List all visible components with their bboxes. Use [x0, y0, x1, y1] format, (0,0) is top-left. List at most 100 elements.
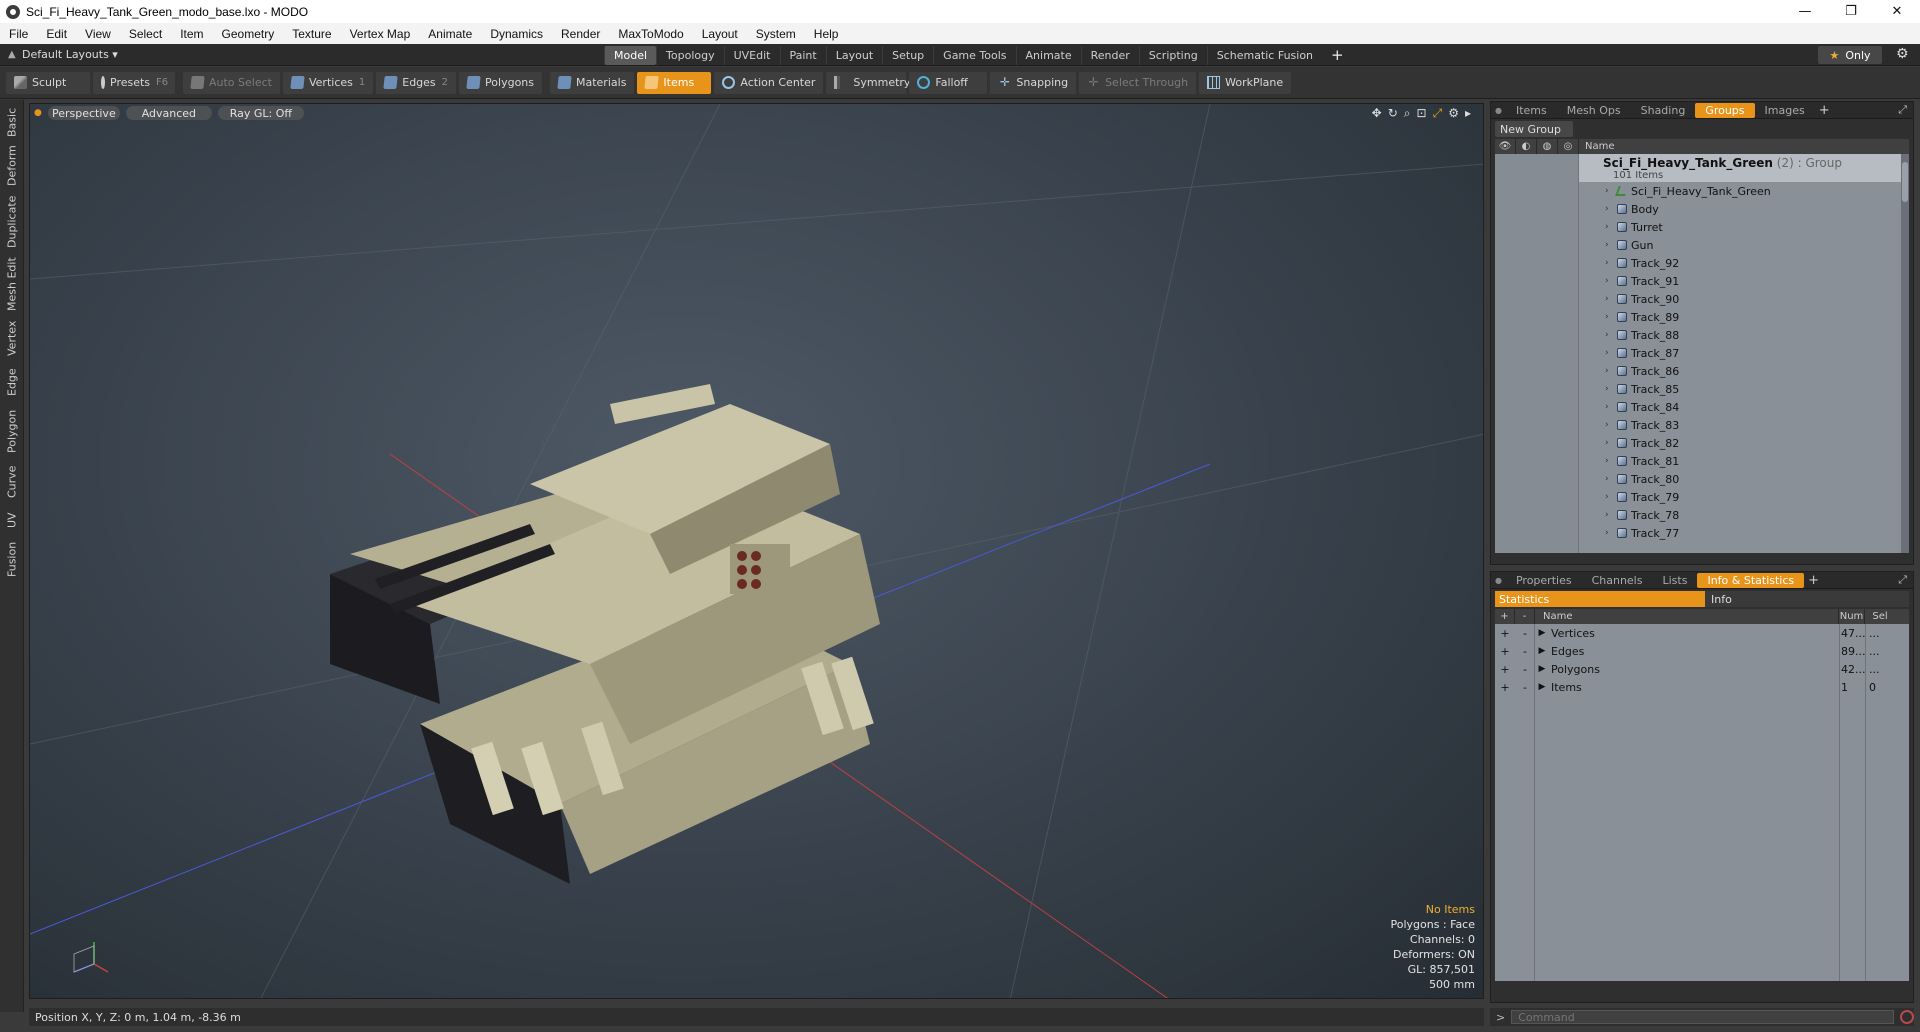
tab-groups[interactable]: Groups — [1695, 102, 1755, 118]
visibility-column-eye-icon[interactable]: 👁 — [1495, 139, 1516, 154]
action-center-button[interactable]: Action Center — [714, 71, 824, 94]
list-item[interactable]: › Gun — [1495, 236, 1909, 254]
expand-panel-icon[interactable]: ⤢ — [1888, 573, 1913, 587]
auto-select-button[interactable]: Auto Select — [183, 71, 280, 94]
only-button[interactable]: ★ Only — [1818, 46, 1882, 64]
list-item[interactable]: › Track_83 — [1495, 416, 1909, 434]
menu-geometry[interactable]: Geometry — [213, 27, 284, 41]
rotate-icon[interactable]: ↻ — [1388, 106, 1398, 120]
tab-render[interactable]: Render — [1080, 45, 1139, 65]
tab-topology[interactable]: Topology — [656, 45, 724, 65]
menu-file[interactable]: File — [0, 27, 37, 41]
list-item[interactable]: › Track_89 — [1495, 308, 1909, 326]
advanced-button[interactable]: Advanced — [125, 106, 212, 120]
gear-icon[interactable]: ⚙ — [1896, 46, 1909, 62]
menu-system[interactable]: System — [747, 27, 805, 41]
fit-icon[interactable]: ⊡ — [1417, 106, 1427, 120]
snapping-button[interactable]: ✛ Snapping — [990, 71, 1077, 94]
list-item[interactable]: › Track_79 — [1495, 488, 1909, 506]
list-item[interactable]: › Track_90 — [1495, 290, 1909, 308]
items-button[interactable]: Items — [637, 71, 712, 94]
menu-texture[interactable]: Texture — [283, 27, 340, 41]
list-item[interactable]: › Track_84 — [1495, 398, 1909, 416]
expand-triangle-icon[interactable]: ▶ — [1535, 642, 1549, 660]
tab-duplicate[interactable]: Duplicate — [3, 194, 21, 250]
maximize-viewport-icon[interactable]: ⤢ — [1433, 106, 1443, 121]
menu-edit[interactable]: Edit — [37, 27, 76, 41]
materials-button[interactable]: Materials — [550, 71, 635, 94]
tab-setup[interactable]: Setup — [882, 45, 933, 65]
list-item[interactable]: › Sci_Fi_Heavy_Tank_Green — [1495, 182, 1909, 200]
panel-dot-icon[interactable]: ● — [1491, 576, 1506, 585]
workplane-button[interactable]: WorkPlane — [1199, 71, 1292, 94]
expand-triangle-icon[interactable]: ▶ — [1535, 660, 1549, 678]
tab-channels[interactable]: Channels — [1582, 574, 1653, 587]
perspective-button[interactable]: Perspective — [47, 106, 120, 120]
tab-mesh-ops[interactable]: Mesh Ops — [1557, 104, 1631, 117]
tab-scripting[interactable]: Scripting — [1138, 45, 1207, 65]
list-item[interactable]: › Track_81 — [1495, 452, 1909, 470]
tab-basic[interactable]: Basic — [3, 104, 21, 140]
menu-animate[interactable]: Animate — [419, 27, 481, 41]
raygl-button[interactable]: Ray GL: Off — [217, 106, 304, 120]
tab-curve[interactable]: Curve — [3, 462, 21, 502]
add-tab-icon[interactable]: + — [1322, 43, 1353, 67]
menu-dynamics[interactable]: Dynamics — [481, 27, 552, 41]
tab-game-tools[interactable]: Game Tools — [933, 45, 1015, 65]
tab-images[interactable]: Images — [1755, 104, 1815, 117]
polygons-button[interactable]: Polygons — [459, 71, 542, 94]
list-item[interactable]: › Track_82 — [1495, 434, 1909, 452]
pan-icon[interactable]: ✥ — [1372, 106, 1382, 120]
group-list-scrollbar[interactable] — [1901, 154, 1909, 553]
edges-button[interactable]: Edges 2 — [376, 71, 457, 94]
expand-triangle-icon[interactable]: ▶ — [1535, 678, 1549, 696]
menu-view[interactable]: View — [76, 27, 120, 41]
root-group-row[interactable]: Sci_Fi_Heavy_Tank_Green (2) : Group 101 … — [1579, 154, 1909, 182]
list-item[interactable]: › Track_88 — [1495, 326, 1909, 344]
tab-uv[interactable]: UV — [3, 508, 21, 532]
select-through-button[interactable]: ✛ Select Through — [1079, 71, 1197, 94]
maximize-button[interactable]: ❐ — [1828, 0, 1874, 23]
tab-paint[interactable]: Paint — [779, 45, 826, 65]
add-panel-tab-icon[interactable]: + — [1815, 103, 1834, 118]
list-item[interactable]: › Track_86 — [1495, 362, 1909, 380]
menu-item[interactable]: Item — [171, 27, 212, 41]
menu-layout[interactable]: Layout — [693, 27, 747, 41]
list-item[interactable]: › Track_85 — [1495, 380, 1909, 398]
list-item[interactable]: › Turret — [1495, 218, 1909, 236]
select-column-icon[interactable]: ◎ — [1558, 139, 1579, 154]
vertices-button[interactable]: Vertices 1 — [282, 71, 374, 94]
subtab-statistics[interactable]: Statistics — [1495, 591, 1705, 607]
falloff-button[interactable]: Falloff — [909, 71, 988, 94]
tab-info-statistics[interactable]: Info & Statistics — [1697, 572, 1805, 588]
menu-maxtomodo[interactable]: MaxToModo — [609, 27, 692, 41]
scrollbar-thumb[interactable] — [1902, 162, 1908, 202]
tab-mesh-edit[interactable]: Mesh Edit — [3, 256, 21, 312]
layout-selector[interactable]: ▲ Default Layouts ▾ — [8, 48, 118, 61]
3d-viewport[interactable]: ● Perspective Advanced Ray GL: Off ✥ ↻ ⌕… — [29, 103, 1484, 999]
tab-deform[interactable]: Deform — [3, 144, 21, 188]
list-item[interactable]: › Track_80 — [1495, 470, 1909, 488]
menu-select[interactable]: Select — [120, 27, 171, 41]
tab-fusion[interactable]: Fusion — [3, 538, 21, 580]
tab-items[interactable]: Items — [1506, 104, 1557, 117]
list-item[interactable]: › Track_77 — [1495, 524, 1909, 542]
symmetry-button[interactable]: Symmetry — [826, 71, 910, 94]
table-row[interactable]: + - ▶ Edges 89... ... — [1495, 642, 1909, 660]
sculpt-button[interactable]: Sculpt — [6, 71, 90, 94]
tab-vertex[interactable]: Vertex — [3, 318, 21, 358]
stop-command-icon[interactable] — [1900, 1010, 1914, 1024]
new-group-button[interactable]: New Group — [1495, 121, 1573, 137]
list-item[interactable]: › Track_87 — [1495, 344, 1909, 362]
list-item[interactable]: › Track_78 — [1495, 506, 1909, 524]
subtab-info[interactable]: Info — [1705, 591, 1909, 607]
tab-uvedit[interactable]: UVEdit — [723, 45, 780, 65]
table-row[interactable]: + - ▶ Items 1 0 — [1495, 678, 1909, 696]
viewport-more-icon[interactable]: ▸ — [1465, 106, 1471, 120]
list-item[interactable]: › Body — [1495, 200, 1909, 218]
tab-edge[interactable]: Edge — [3, 364, 21, 400]
menu-vertex-map[interactable]: Vertex Map — [341, 27, 420, 41]
lock-column-icon[interactable]: ◍ — [1537, 139, 1558, 154]
panel-dot-icon[interactable]: ● — [1491, 106, 1506, 115]
tab-properties[interactable]: Properties — [1506, 574, 1582, 587]
